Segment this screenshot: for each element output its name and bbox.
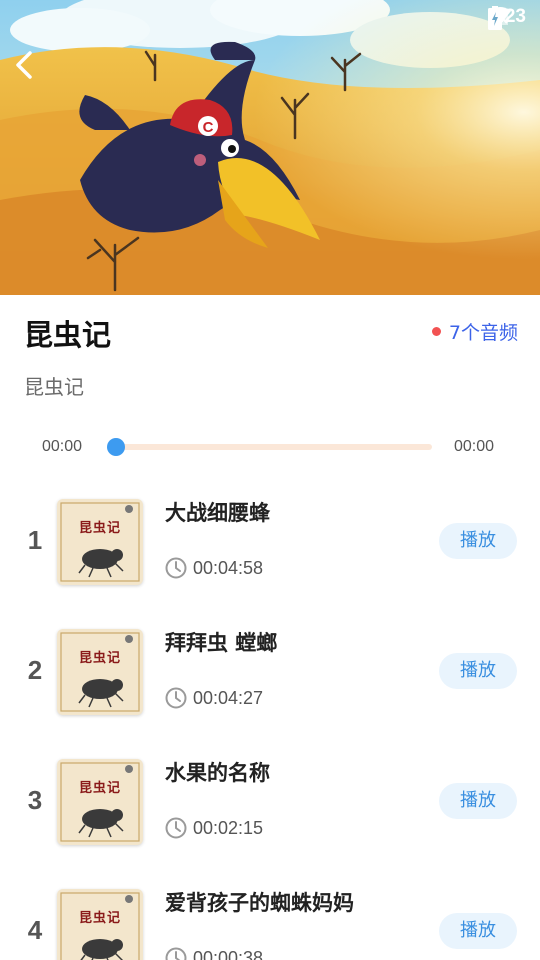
- album-subtitle: 昆虫记: [24, 375, 84, 399]
- track-duration: 00:04:27: [165, 687, 263, 709]
- track-cover: 昆虫记: [57, 629, 143, 715]
- progress-thumb[interactable]: [107, 438, 125, 456]
- track-title: 拜拜虫 螳螂: [165, 631, 278, 655]
- track-duration: 00:02:15: [165, 817, 263, 839]
- track-cover: 昆虫记: [57, 889, 143, 960]
- beetle-icon: [60, 632, 140, 712]
- clock-icon: [165, 947, 187, 960]
- track-duration-text: 00:00:38: [193, 947, 264, 960]
- svg-text:C: C: [203, 119, 214, 136]
- cover-title: 昆虫记: [78, 911, 121, 926]
- album-title: 昆虫记: [24, 318, 112, 352]
- cover-title: 昆虫记: [78, 651, 121, 666]
- track-title: 大战细腰蜂: [165, 501, 270, 525]
- clock-icon: [165, 557, 187, 579]
- list-item[interactable]: 2 昆虫记 拜拜虫 螳螂 00:04:27 播放: [0, 615, 540, 745]
- progress-track[interactable]: [114, 444, 432, 450]
- battery-charging-icon: [487, 6, 502, 30]
- track-title: 爱背孩子的蜘蛛妈妈: [165, 891, 354, 915]
- hero-banner: C 3:23: [0, 0, 540, 295]
- track-cover: 昆虫记: [57, 759, 143, 845]
- list-item[interactable]: 4 昆虫记 爱背孩子的蜘蛛妈妈 00:00:38 播放: [0, 875, 540, 960]
- beetle-icon: [60, 502, 140, 582]
- track-title: 水果的名称: [165, 761, 270, 785]
- current-time: 00:00: [42, 438, 83, 455]
- hero-illustration: C: [0, 0, 540, 295]
- cover-title: 昆虫记: [78, 521, 121, 536]
- play-button[interactable]: 播放: [439, 783, 517, 819]
- count-dot: [431, 327, 441, 336]
- audio-count-label: 7个音频: [448, 322, 518, 344]
- track-index: 3: [27, 785, 43, 815]
- play-button[interactable]: 播放: [439, 653, 517, 689]
- clock-icon: [165, 817, 187, 839]
- clock-icon: [165, 687, 187, 709]
- track-duration: 00:04:58: [165, 557, 263, 579]
- track-duration: 00:00:38: [165, 947, 263, 960]
- track-index: 1: [27, 525, 43, 555]
- play-button[interactable]: 播放: [439, 913, 517, 949]
- track-index: 2: [27, 655, 43, 685]
- status-bar: 3:23: [0, 0, 540, 36]
- beetle-icon: [60, 762, 140, 842]
- track-duration-text: 00:02:15: [193, 817, 264, 838]
- track-cover: 昆虫记: [57, 499, 143, 585]
- audio-count: 7个音频: [431, 318, 518, 345]
- list-item[interactable]: 3 昆虫记 水果的名称 00:02:15 播放: [0, 745, 540, 875]
- track-index: 4: [27, 915, 43, 945]
- play-button[interactable]: 播放: [439, 523, 517, 559]
- list-item[interactable]: 1 昆虫记 大战细腰蜂 00:04:58 播放: [0, 485, 540, 615]
- total-time: 00:00: [454, 438, 495, 455]
- track-duration-text: 00:04:27: [193, 687, 264, 708]
- track-duration-text: 00:04:58: [193, 557, 264, 578]
- chevron-left-icon: [16, 51, 32, 79]
- back-button[interactable]: [14, 50, 48, 84]
- cover-title: 昆虫记: [78, 781, 121, 796]
